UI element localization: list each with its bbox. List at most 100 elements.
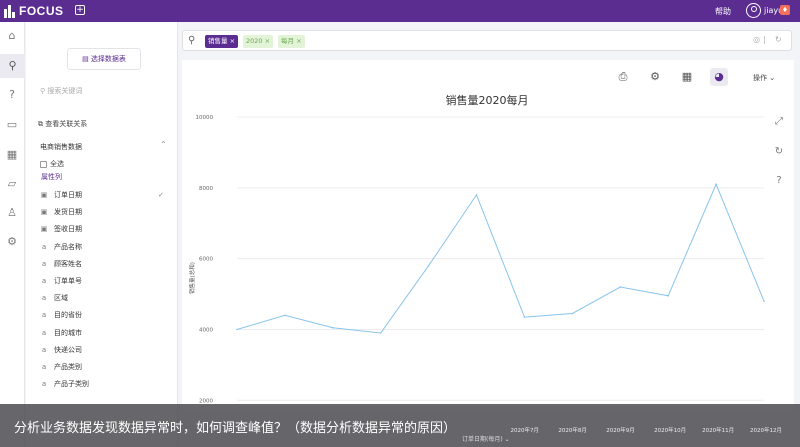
new-tab-icon[interactable]: + bbox=[75, 5, 85, 15]
x-tick-label: 2020年10月 bbox=[654, 428, 687, 434]
data-point[interactable] bbox=[427, 264, 430, 267]
checkbox-icon bbox=[40, 160, 47, 168]
line-chart: 销售量2020每月 销售量(总和) 200040006000800010000 bbox=[188, 93, 765, 404]
field-item[interactable]: a 产品名称 bbox=[40, 242, 82, 252]
edit-chart-icon[interactable]: ⤢ bbox=[772, 116, 786, 127]
select-all-checkbox[interactable]: 全选 bbox=[40, 159, 64, 169]
x-tick-label: 2020年8月 bbox=[558, 428, 587, 434]
field-label: 产品类别 bbox=[54, 363, 82, 371]
help-link[interactable]: 帮助 bbox=[715, 6, 731, 17]
field-item[interactable]: ▣ 订单日期 ✓ bbox=[40, 190, 164, 200]
settings-icon[interactable]: ⚙ bbox=[6, 236, 18, 248]
logo[interactable]: FOCUS bbox=[4, 4, 64, 18]
y-tick-label: 6000 bbox=[199, 257, 213, 263]
field-item[interactable]: a 产品类别 bbox=[40, 362, 82, 372]
data-point[interactable] bbox=[284, 314, 286, 317]
field-item[interactable]: a 产品子类别 bbox=[40, 379, 89, 389]
table-icon: ▤ bbox=[82, 55, 91, 63]
voice-icon[interactable]: ◎ bbox=[753, 35, 760, 44]
y-tick-label: 10000 bbox=[196, 115, 214, 121]
data-point[interactable] bbox=[571, 312, 574, 315]
icon-rail: ⌂ ⚲ ? ▭ ▦ ▱ ♙ ⚙ bbox=[0, 22, 25, 447]
data-point[interactable] bbox=[236, 328, 238, 331]
data-point[interactable] bbox=[763, 300, 765, 302]
data-point[interactable] bbox=[619, 286, 622, 288]
field-item[interactable]: a 顾客姓名 bbox=[40, 259, 82, 269]
search-token[interactable]: 2020 × bbox=[243, 35, 274, 48]
search-icon: ⚲ bbox=[188, 35, 196, 46]
text-field-icon: a bbox=[41, 259, 47, 268]
y-tick-label: 8000 bbox=[199, 186, 213, 192]
collapse-icon[interactable]: ⌃ bbox=[160, 140, 167, 149]
field-label: 发货日期 bbox=[54, 208, 82, 217]
chart-help-icon[interactable]: ? bbox=[772, 175, 786, 186]
notification-icon[interactable]: ♦ bbox=[780, 5, 790, 15]
text-field-icon: a bbox=[41, 277, 47, 285]
x-axis-label-text: 订单日期(每月) bbox=[462, 436, 503, 443]
relation-label: 查看关联关系 bbox=[45, 120, 88, 128]
search-bar[interactable]: ⚲ 销售量 × 2020 × 每月 × ◎ | ↻ bbox=[182, 30, 792, 51]
data-point[interactable] bbox=[715, 183, 717, 186]
search-placeholder: 搜索关键词 bbox=[47, 87, 83, 95]
token-label: 2020 bbox=[246, 37, 263, 45]
top-bar: FOCUS + 帮助 jiayu ♦ bbox=[0, 0, 800, 22]
select-table-button[interactable]: ▤ 选择数据表 bbox=[67, 48, 141, 70]
calendar-icon: ▣ bbox=[40, 191, 48, 199]
table-icon[interactable]: ▦ bbox=[6, 149, 18, 161]
chart-card: ⎙ ⚙ ▦ ◕ 操作 ⌄ ⤢ ↻ ? 销售量2020每月 销售量(总和) 200… bbox=[182, 60, 794, 410]
field-item[interactable]: a 订单单号 bbox=[40, 276, 82, 286]
remove-token-icon[interactable]: × bbox=[294, 37, 301, 45]
data-panel: ▤ 选择数据表 ⚲ 搜索关键词 ⧉ 查看关联关系 电商销售数据 ⌃ 全选 属性列… bbox=[26, 22, 178, 447]
refresh-chart-icon[interactable]: ↻ bbox=[772, 146, 786, 157]
y-tick-label: 4000 bbox=[199, 327, 213, 333]
token-label: 销售量 bbox=[208, 37, 228, 45]
text-field-icon: a bbox=[41, 311, 47, 320]
remove-token-icon[interactable]: × bbox=[263, 37, 270, 45]
text-field-icon: a bbox=[41, 363, 47, 371]
search-token[interactable]: 每月 × bbox=[278, 35, 305, 48]
x-tick-label: 2020年7月 bbox=[510, 428, 539, 434]
field-label: 签收日期 bbox=[54, 225, 82, 234]
search-icon[interactable]: ⚲ bbox=[0, 54, 25, 78]
data-point[interactable] bbox=[379, 332, 382, 334]
data-point[interactable] bbox=[475, 194, 478, 196]
select-table-label: 选择数据表 bbox=[90, 55, 126, 63]
field-item[interactable]: a 区域 bbox=[40, 293, 68, 303]
caption-overlay: 2020年7月 2020年8月 2020年9月 2020年10月 2020年11月 202… bbox=[0, 404, 800, 447]
field-item[interactable]: a 目的城市 bbox=[40, 328, 82, 338]
chart-title: 销售量2020每月 bbox=[446, 93, 529, 107]
data-point[interactable] bbox=[332, 326, 334, 329]
folder-icon[interactable]: ▱ bbox=[6, 178, 18, 190]
x-tick-label: 2020年9月 bbox=[606, 428, 635, 434]
refresh-icon[interactable]: ↻ bbox=[775, 35, 782, 44]
keyword-search-input[interactable]: ⚲ 搜索关键词 bbox=[40, 86, 82, 96]
field-label: 快递公司 bbox=[54, 345, 82, 354]
user-icon[interactable]: ♙ bbox=[6, 207, 18, 219]
data-point[interactable] bbox=[523, 316, 526, 318]
data-point[interactable] bbox=[667, 295, 669, 297]
select-all-label: 全选 bbox=[50, 160, 64, 168]
field-label: 目的省份 bbox=[54, 311, 82, 320]
caption-text: 分析业务数据发现数据异常时，如何调查峰值？（数据分析数据异常的原因） bbox=[14, 421, 457, 436]
field-label: 区域 bbox=[54, 294, 68, 303]
attribute-column-header: 属性列 bbox=[41, 173, 62, 181]
field-label: 目的城市 bbox=[54, 328, 82, 337]
avatar[interactable] bbox=[746, 3, 761, 18]
field-item[interactable]: a 快递公司 bbox=[40, 345, 82, 355]
dataset-name[interactable]: 电商销售数据 bbox=[40, 142, 82, 152]
field-label: 顾客姓名 bbox=[54, 259, 82, 268]
logo-icon bbox=[4, 4, 16, 18]
check-icon: ✓ bbox=[158, 191, 164, 199]
monitor-icon[interactable]: ▭ bbox=[6, 119, 18, 131]
calendar-icon: ▣ bbox=[40, 208, 48, 217]
calendar-icon: ▣ bbox=[40, 225, 48, 234]
search-token[interactable]: 销售量 × bbox=[205, 35, 239, 48]
logo-text: FOCUS bbox=[19, 4, 64, 18]
field-item[interactable]: ▣ 发货日期 bbox=[40, 207, 82, 217]
remove-token-icon[interactable]: × bbox=[228, 37, 235, 45]
question-icon[interactable]: ? bbox=[6, 89, 18, 101]
field-item[interactable]: a 目的省份 bbox=[40, 310, 82, 320]
field-item[interactable]: ▣ 签收日期 bbox=[40, 224, 82, 234]
home-icon[interactable]: ⌂ bbox=[6, 30, 18, 42]
view-relations-link[interactable]: ⧉ 查看关联关系 bbox=[38, 119, 87, 129]
